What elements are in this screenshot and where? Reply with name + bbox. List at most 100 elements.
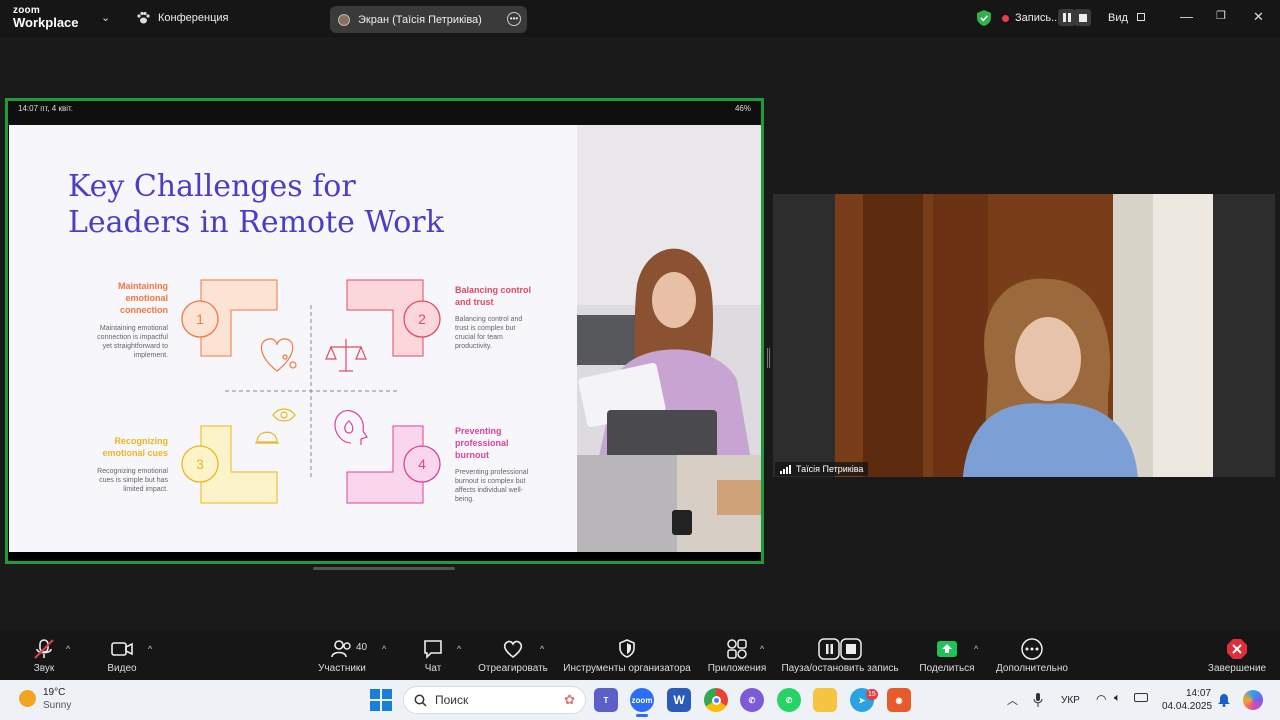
participants-count: 40	[356, 642, 368, 653]
microphone-tray-icon[interactable]	[1033, 693, 1043, 707]
audio-options-caret-icon[interactable]: ^	[66, 644, 70, 654]
audio-label: Звук	[33, 663, 55, 674]
pause-recording-button[interactable]	[1058, 9, 1075, 26]
recording-label: Запись...	[1015, 12, 1061, 24]
resize-handle[interactable]	[767, 348, 770, 368]
security-shield-icon[interactable]	[977, 10, 991, 26]
q1-description: Maintaining emotional connection is impa…	[73, 324, 168, 360]
shield-icon	[619, 639, 635, 658]
host-tools-button[interactable]: Инструменты организатора	[560, 630, 694, 680]
apps-button[interactable]: Приложения	[704, 630, 770, 680]
teams-icon[interactable]: T	[594, 688, 618, 712]
q2-desc-line: trust is complex but	[455, 325, 516, 332]
q3-desc-line: cues is simple but has	[99, 477, 168, 484]
react-label: Отреагировать	[478, 663, 548, 674]
share-options-caret-icon[interactable]: ^	[974, 644, 978, 654]
screen-share-label: Экран (Таїсія Петриківа)	[358, 13, 482, 26]
shared-screen[interactable]: 14:07 пт, 4 квіт. 46% Key Challenges for…	[5, 98, 764, 564]
share-label: Поделиться	[919, 663, 975, 674]
zoom-app-icon[interactable]: zoom	[630, 688, 654, 712]
heart-icon	[503, 640, 523, 659]
search-icon	[414, 694, 427, 707]
whatsapp-icon[interactable]: ✆	[777, 688, 801, 712]
eye-bell-icon	[255, 408, 296, 444]
language-indicator[interactable]: УКР	[1061, 695, 1080, 706]
weather-description[interactable]: Sunny	[43, 700, 71, 711]
copilot-icon[interactable]	[1243, 690, 1263, 710]
apps-label: Приложения	[707, 663, 767, 674]
windows-start-icon[interactable]	[370, 689, 392, 711]
chrome-icon[interactable]	[704, 688, 728, 712]
stop-recording-button[interactable]	[1074, 9, 1091, 26]
taskbar-search-input[interactable]: Поиск ✿	[403, 686, 586, 714]
cherry-blossom-icon: ✿	[564, 692, 575, 707]
chevron-down-icon[interactable]: ⌄	[101, 11, 110, 24]
notification-bell-icon[interactable]	[1218, 694, 1230, 707]
q2-title-line: and trust	[455, 297, 494, 307]
participant-name-tag: Таїсія Петриківа	[775, 462, 869, 476]
q1-number: 1	[196, 311, 204, 327]
end-meeting-button[interactable]: Завершение	[1206, 630, 1268, 680]
minimize-icon[interactable]: —	[1180, 9, 1193, 24]
more-icon[interactable]: •••	[507, 12, 521, 26]
view-label: Вид	[1108, 12, 1128, 24]
clock-date[interactable]: 04.04.2025	[1162, 701, 1212, 712]
battery-icon[interactable]	[1134, 693, 1148, 702]
video-button[interactable]: Видео	[104, 630, 140, 680]
react-button[interactable]: Отреагировать	[476, 630, 550, 680]
balance-scale-icon	[325, 339, 367, 372]
share-button[interactable]: Поделиться	[918, 630, 976, 680]
restore-icon[interactable]: ❐	[1216, 9, 1226, 22]
logo-line2: Workplace	[13, 15, 79, 30]
more-button[interactable]: Дополнительно	[994, 630, 1070, 680]
video-options-caret-icon[interactable]: ^	[148, 644, 152, 654]
chat-bubble-icon	[424, 640, 442, 659]
close-icon[interactable]: ✕	[1253, 9, 1264, 25]
q4-description: Preventing professional burnout is compl…	[455, 468, 555, 504]
clock-time[interactable]: 14:07	[1186, 688, 1211, 699]
conference-info-button[interactable]: Конференция	[136, 11, 228, 25]
app-icon[interactable]: ◉	[887, 688, 911, 712]
apps-options-caret-icon[interactable]: ^	[760, 644, 764, 654]
q2-desc-line: Balancing control and	[455, 316, 523, 323]
view-grid-icon	[1136, 13, 1145, 21]
pause-stop-recording-button[interactable]: Пауза/остановить запись	[778, 630, 902, 680]
q4-title: Preventing professional burnout	[455, 425, 555, 461]
device-time: 14:07 пт, 4 квіт.	[18, 104, 73, 113]
woman-at-laptop-image	[577, 125, 761, 552]
telegram-badge: 15	[866, 689, 878, 700]
tray-overflow-chevron-icon[interactable]: ︿	[1007, 692, 1018, 708]
volume-icon[interactable]: 🔈︎	[1114, 692, 1121, 705]
q1-desc-line: connection is impactful	[97, 334, 168, 341]
participants-options-caret-icon[interactable]: ^	[382, 644, 386, 654]
audio-button[interactable]: Звук	[30, 630, 58, 680]
react-options-caret-icon[interactable]: ^	[540, 644, 544, 654]
view-menu-button[interactable]: Вид	[1108, 12, 1145, 24]
chat-options-caret-icon[interactable]: ^	[457, 644, 461, 654]
avatar	[338, 13, 350, 26]
conference-label: Конференция	[158, 12, 229, 24]
viber-icon[interactable]: ✆	[740, 688, 764, 712]
signal-bars-icon	[780, 464, 791, 474]
q2-number: 2	[418, 311, 426, 327]
sun-icon[interactable]	[19, 690, 36, 707]
active-app-indicator	[636, 714, 648, 717]
q1-desc-line: yet straightforward to	[102, 343, 168, 350]
wifi-icon[interactable]: ◠	[1096, 692, 1106, 706]
file-explorer-icon[interactable]	[813, 688, 837, 712]
participant-video-tile[interactable]	[773, 194, 1275, 477]
word-icon[interactable]: W	[667, 688, 691, 712]
q2-description: Balancing control and trust is complex b…	[455, 315, 550, 351]
participants-button[interactable]: Участники	[314, 630, 370, 680]
pause-stop-recording-icon	[818, 638, 862, 660]
chat-button[interactable]: Чат	[420, 630, 446, 680]
screen-share-pill[interactable]: Экран (Таїсія Петриківа) •••	[330, 6, 527, 33]
q4-number: 4	[418, 456, 426, 472]
weather-temperature[interactable]: 19°C	[43, 687, 65, 698]
muted-microphone-icon	[34, 639, 54, 659]
scroll-indicator[interactable]	[313, 567, 455, 570]
q4-title-line: burnout	[455, 450, 489, 460]
participant-name: Таїсія Петриківа	[796, 464, 864, 474]
q2-desc-line: crucial for team	[455, 334, 503, 341]
recording-dot-icon	[1002, 15, 1009, 22]
